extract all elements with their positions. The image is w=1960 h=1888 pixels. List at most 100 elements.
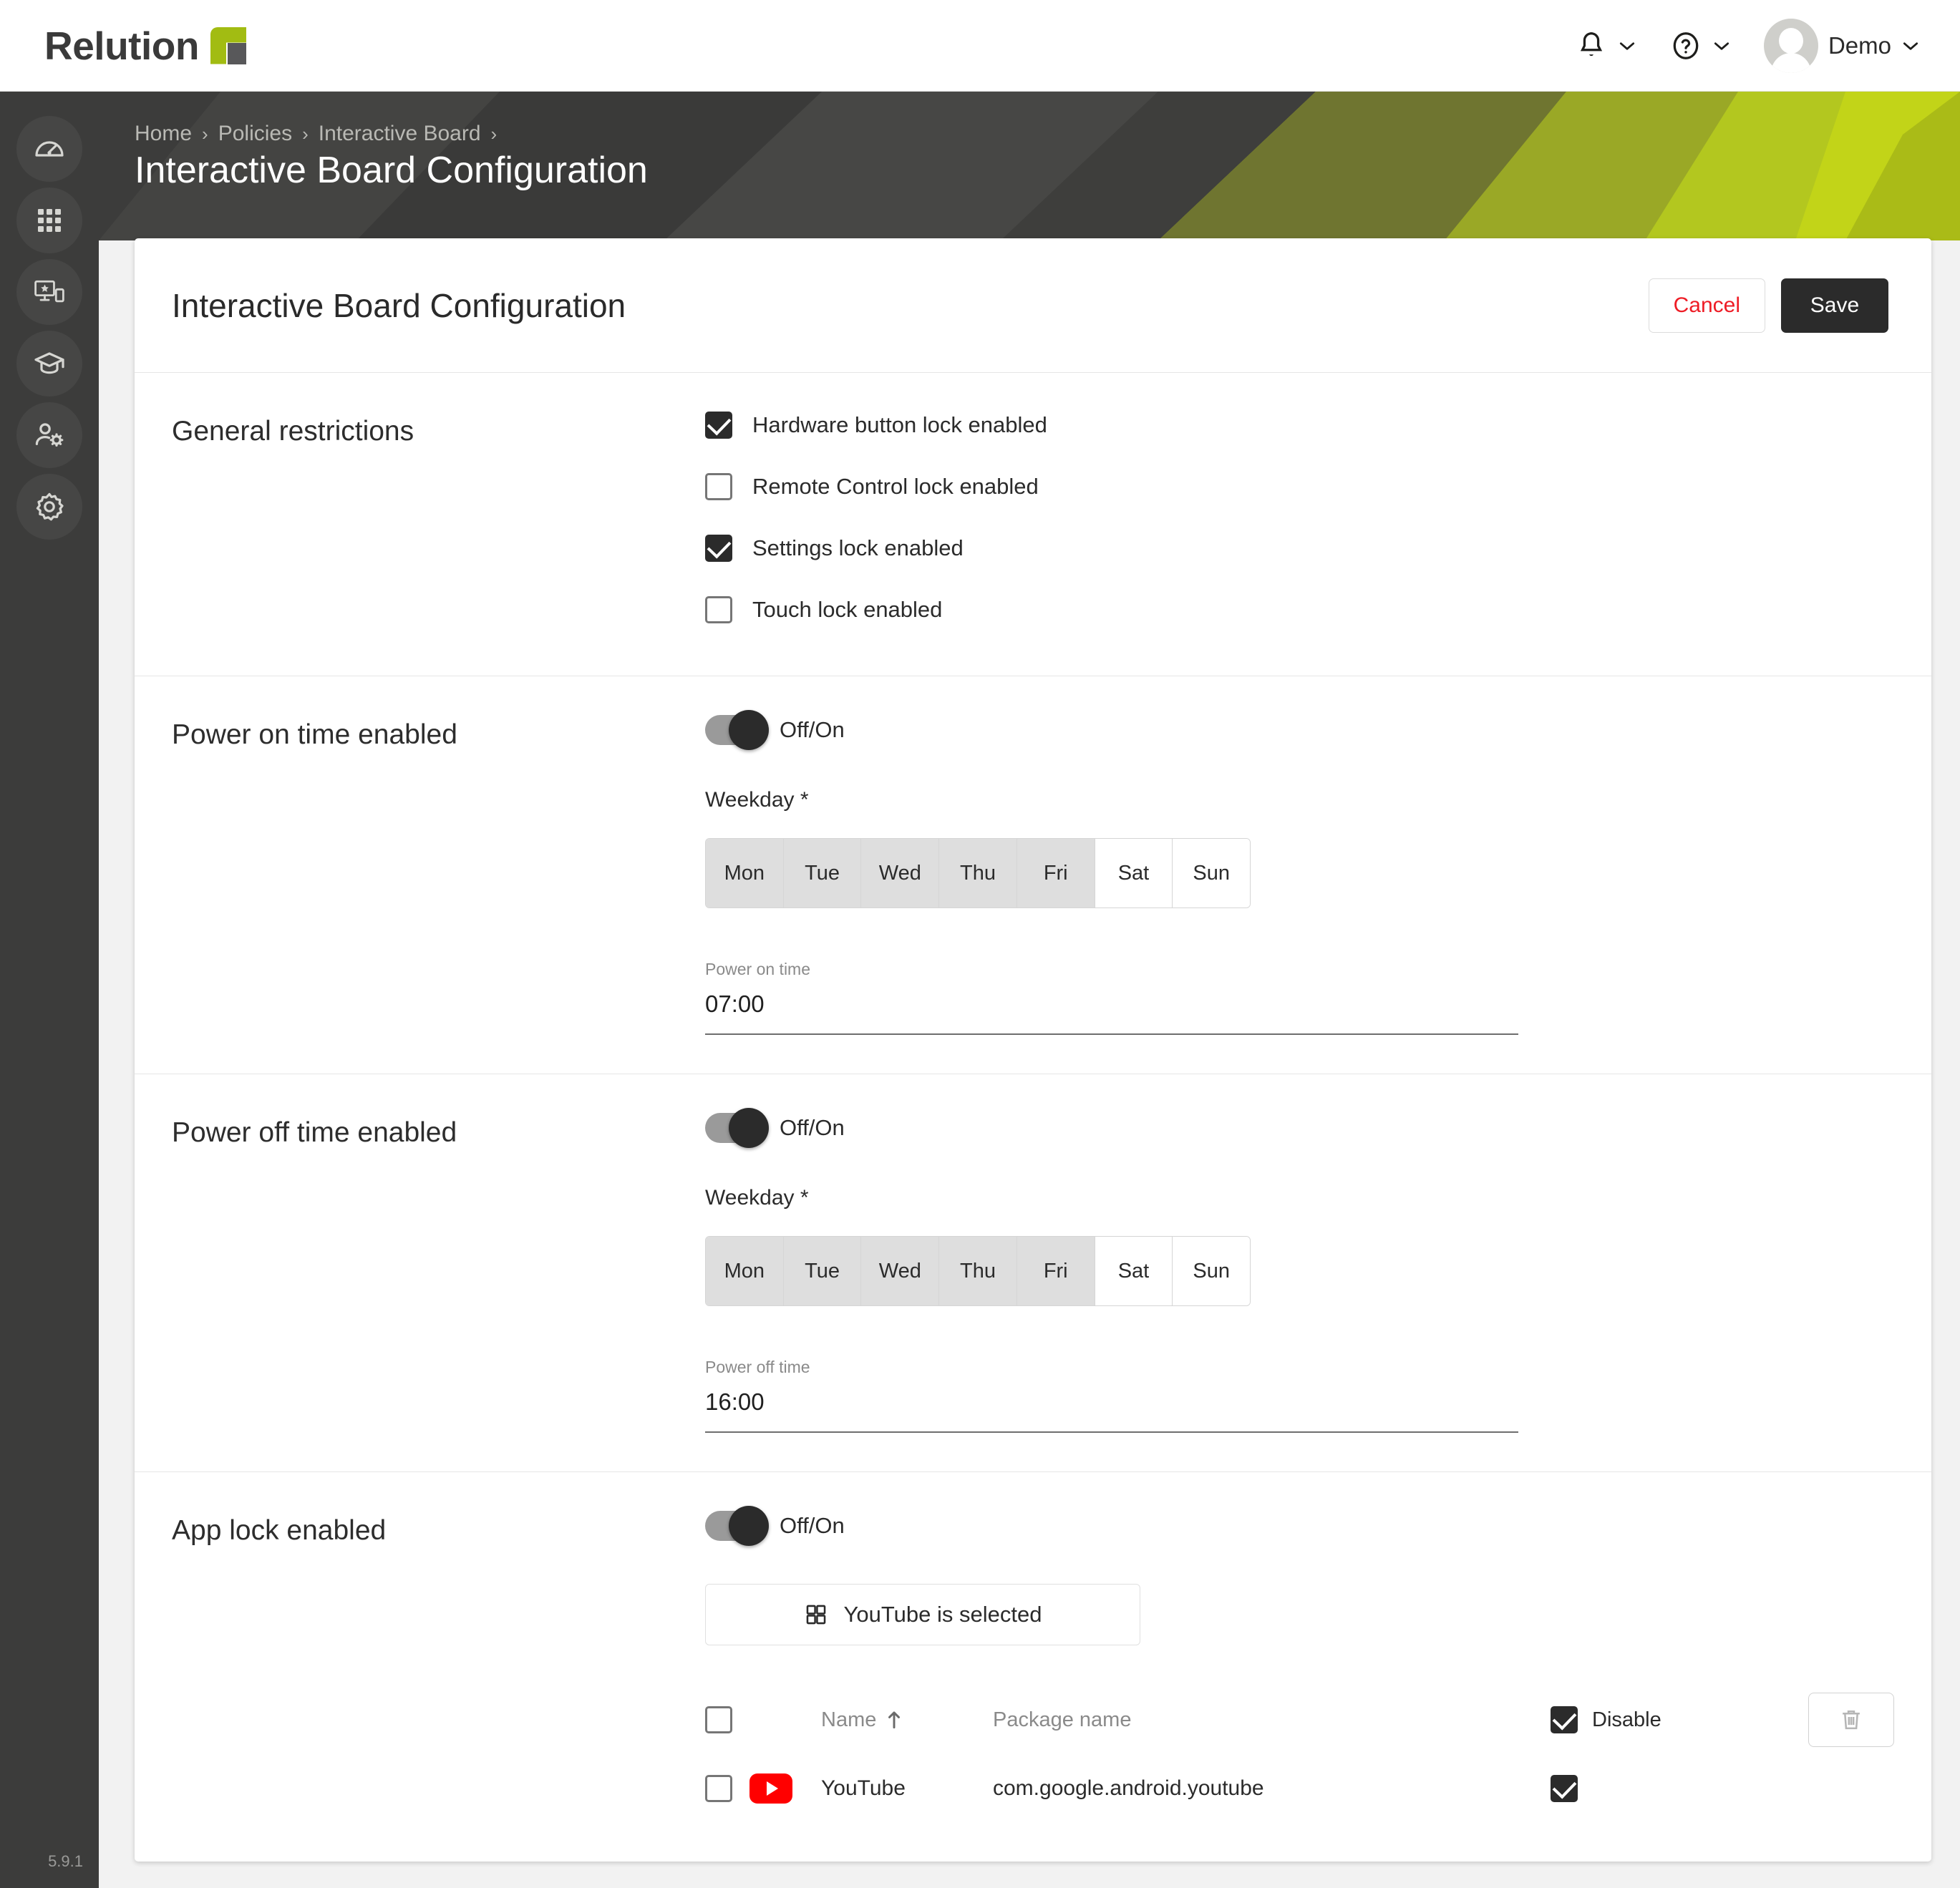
row-disable-cell — [1551, 1775, 1808, 1802]
bell-icon — [1580, 31, 1603, 56]
weekday-fri[interactable]: Fri — [1017, 839, 1095, 907]
section-body: Off/On Weekday * Mon Tue Wed Thu Fri Sat… — [705, 710, 1894, 1035]
checkbox-icon-checked[interactable] — [705, 412, 732, 439]
help-menu[interactable] — [1669, 29, 1731, 62]
brand-logo[interactable]: Relution — [44, 23, 246, 69]
page-title: Interactive Board Configuration — [135, 150, 648, 191]
user-settings-icon — [35, 423, 64, 447]
devices-star-icon — [34, 280, 64, 303]
field-caption: Power on time — [705, 960, 811, 978]
sidebar-item-apps[interactable] — [16, 188, 82, 253]
breadcrumb-separator: › — [490, 122, 498, 145]
weekday-tue[interactable]: Tue — [783, 1237, 862, 1305]
weekday-mon[interactable]: Mon — [706, 839, 784, 907]
breadcrumb-item-home[interactable]: Home — [135, 122, 192, 146]
weekday-tue[interactable]: Tue — [783, 839, 862, 907]
checkbox-icon-unchecked[interactable] — [705, 596, 732, 623]
arrow-up-icon — [888, 1711, 901, 1729]
user-avatar-icon — [1763, 18, 1818, 73]
disable-all-checkbox[interactable] — [1551, 1706, 1578, 1733]
row-select-checkbox[interactable] — [705, 1775, 732, 1802]
top-bar: Relution Demo — [0, 0, 1960, 92]
power-off-time-field: Power off time 16:00 — [705, 1358, 1518, 1433]
delete-button[interactable] — [1808, 1693, 1894, 1747]
row-disable-checkbox[interactable] — [1551, 1775, 1578, 1802]
user-menu[interactable]: Demo — [1763, 18, 1920, 73]
app-lock-toggle[interactable] — [705, 1506, 769, 1546]
checkbox-hardware-button-lock[interactable]: Hardware button lock enabled — [705, 412, 1894, 439]
toggle-label: Off/On — [780, 717, 845, 742]
section-app-lock: App lock enabled Off/On YouTube is selec… — [135, 1472, 1931, 1862]
power-off-toggle[interactable] — [705, 1108, 769, 1148]
chevron-down-icon — [1619, 42, 1635, 50]
column-header-name-label: Name — [821, 1708, 877, 1731]
column-header-name[interactable]: Name — [821, 1708, 993, 1732]
speedometer-icon — [35, 141, 64, 157]
power-on-time-input[interactable]: 07:00 — [705, 991, 1518, 1035]
help-circle-icon — [1673, 31, 1699, 59]
header-actions-cell — [1808, 1693, 1894, 1747]
notifications-menu[interactable] — [1575, 29, 1636, 62]
sidebar-item-dashboard[interactable] — [16, 116, 82, 182]
checkbox-remote-control-lock[interactable]: Remote Control lock enabled — [705, 473, 1894, 500]
power-off-toggle-row: Off/On — [705, 1108, 1894, 1148]
weekday-thu[interactable]: Thu — [939, 839, 1017, 907]
user-name: Demo — [1828, 31, 1891, 59]
sidebar-item-settings[interactable] — [16, 474, 82, 540]
app-select-button[interactable]: YouTube is selected — [705, 1584, 1140, 1645]
weekday-thu[interactable]: Thu — [939, 1237, 1017, 1305]
section-body: Off/On YouTube is selected Name Package … — [705, 1506, 1894, 1823]
checkbox-touch-lock[interactable]: Touch lock enabled — [705, 596, 1894, 623]
weekday-sat[interactable]: Sat — [1095, 1237, 1173, 1305]
card-title: Interactive Board Configuration — [172, 286, 626, 324]
select-all-checkbox[interactable] — [705, 1706, 732, 1733]
column-header-disable-label: Disable — [1592, 1708, 1661, 1731]
field-caption: Power off time — [705, 1358, 810, 1376]
checkbox-label: Remote Control lock enabled — [752, 474, 1039, 499]
toggle-label: Off/On — [780, 1513, 845, 1538]
weekday-fri[interactable]: Fri — [1017, 1237, 1095, 1305]
section-label: Power on time enabled — [172, 719, 457, 750]
app-lock-toggle-row: Off/On — [705, 1506, 1894, 1546]
checkbox-settings-lock[interactable]: Settings lock enabled — [705, 535, 1894, 562]
weekday-mon[interactable]: Mon — [706, 1237, 784, 1305]
section-body: Off/On Weekday * Mon Tue Wed Thu Fri Sat… — [705, 1108, 1894, 1433]
breadcrumb-item-interactive-board[interactable]: Interactive Board — [319, 122, 481, 146]
sidebar-item-education[interactable] — [16, 331, 82, 396]
brand-name: Relution — [44, 23, 199, 68]
weekday-sun[interactable]: Sun — [1173, 1237, 1250, 1305]
section-label: App lock enabled — [172, 1515, 387, 1546]
weekday-label: Weekday * — [705, 1186, 809, 1210]
power-off-time-input[interactable]: 16:00 — [705, 1388, 1518, 1433]
breadcrumb-separator: › — [202, 122, 208, 145]
weekday-wed[interactable]: Wed — [861, 839, 940, 907]
breadcrumb-item-policies[interactable]: Policies — [218, 122, 292, 146]
checkbox-icon-checked[interactable] — [705, 535, 732, 562]
power-on-weekday-group: Mon Tue Wed Thu Fri Sat Sun — [705, 838, 1251, 908]
section-power-on-time: Power on time enabled Off/On Weekday * M… — [135, 676, 1931, 1074]
gear-icon — [36, 492, 64, 521]
row-app-name: YouTube — [821, 1776, 906, 1800]
power-on-toggle-row: Off/On — [705, 710, 1894, 750]
checkbox-icon-unchecked[interactable] — [705, 473, 732, 500]
breadcrumb-separator: › — [302, 122, 309, 145]
weekday-sun[interactable]: Sun — [1173, 839, 1250, 907]
graduation-cap-icon — [34, 352, 64, 374]
weekday-label: Weekday * — [705, 788, 809, 812]
column-header-package[interactable]: Package name — [993, 1708, 1551, 1732]
grid-apps-icon — [38, 209, 61, 232]
toggle-label: Off/On — [780, 1115, 845, 1140]
app-version: 5.9.1 — [48, 1852, 83, 1870]
table-row[interactable]: YouTube com.google.android.youtube — [705, 1754, 1894, 1823]
save-button[interactable]: Save — [1781, 278, 1888, 333]
cancel-button[interactable]: Cancel — [1648, 278, 1765, 333]
power-on-time-field: Power on time 07:00 — [705, 960, 1518, 1035]
grid-apps-icon — [806, 1605, 825, 1625]
sidebar-item-devices[interactable] — [16, 259, 82, 325]
section-label: Power off time enabled — [172, 1117, 457, 1148]
weekday-sat[interactable]: Sat — [1095, 839, 1173, 907]
sidebar-item-users[interactable] — [16, 402, 82, 468]
weekday-wed[interactable]: Wed — [861, 1237, 940, 1305]
table-header-row: Name Package name Disable — [705, 1685, 1894, 1754]
power-on-toggle[interactable] — [705, 710, 769, 750]
